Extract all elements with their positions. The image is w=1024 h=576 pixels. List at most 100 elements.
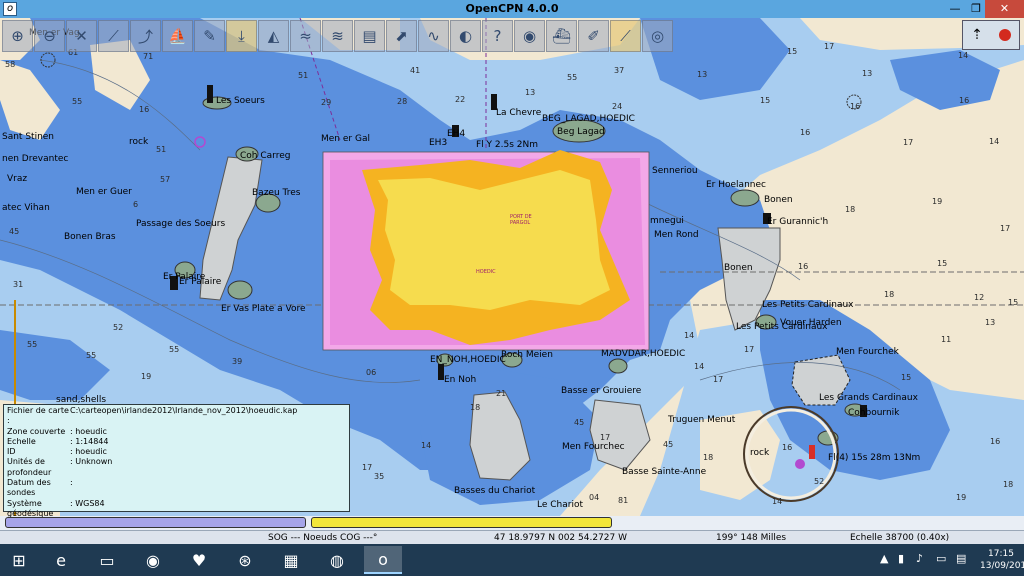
gps-status-icon [998,29,1011,41]
network-app-icon: ▦ [283,550,299,570]
depth-sounding: 55 [72,97,83,106]
layers-button[interactable]: ◭ [258,20,289,52]
depth-sounding: 51 [298,71,309,80]
tide-icon: ≈ [299,27,312,45]
chart-place-label: Bonen [724,263,753,273]
depth-sounding: 28 [397,97,408,106]
chart-place-label: Fl(4) 15s 28m 13Nm [828,453,921,463]
notification-icon[interactable]: ▤ [956,552,966,565]
depth-sounding: 13 [697,70,708,79]
depth-sounding: 13 [862,69,873,78]
lifebuoy-icon: ◎ [650,27,665,45]
globe-app-taskbar-button[interactable]: ⊛ [226,546,264,574]
chart-place-label: nen Drevantec [2,154,69,164]
draw-button[interactable]: ∿ [418,20,449,52]
volume-icon[interactable]: ♪ [916,552,923,565]
scale-readout: Echelle 38700 (0.40x) [850,533,950,543]
measure-button[interactable]: ⟋ [610,20,641,52]
sog-cog-readout: SOG --- Noeuds COG ---° [268,533,378,543]
chart-bar-raster[interactable] [311,517,612,528]
depth-sounding: 22 [455,95,466,104]
internet-explorer-taskbar-button[interactable]: e [42,546,80,574]
scale-out-button[interactable]: ⟋ [98,20,129,52]
tide-button[interactable]: ≈ [290,20,321,52]
depth-sounding: 6 [133,200,139,209]
chart-place-label: Bazeu Tres [252,188,301,198]
chart-place-label: Men er Gal [321,134,370,144]
depth-sounding: 13 [985,318,996,327]
auto-follow-button[interactable]: ⛵ [162,20,193,52]
color-scheme-button[interactable]: ◐ [450,20,481,52]
chrome-taskbar-button[interactable]: ◍ [318,546,356,574]
help-icon: ? [493,27,502,45]
chart-place-label: Basses du Chariot [454,486,536,496]
chart-place-label: En Noh [444,375,477,385]
tray-chevron-icon[interactable]: ▲ [880,552,888,565]
depth-sounding: 14 [989,137,1000,146]
help-button[interactable]: ? [482,20,513,52]
chart-place-label: Beg Lagad [557,127,605,137]
lifebuoy-button[interactable]: ◎ [642,20,673,52]
chart-bar-small-scale[interactable] [5,517,306,528]
depth-sounding: 04 [589,493,600,502]
route-icon: ⤴ [137,27,153,46]
network-app-taskbar-button[interactable]: ▦ [272,546,310,574]
opencpn-window: o OpenCPN 4.0.0 — ❐ ✕ PORT DE PARGOL HOE… [0,0,1024,576]
ais-button[interactable]: ◉ [514,20,545,52]
status-bar: SOG --- Noeuds COG ---° 47 18.9797 N 002… [0,530,1024,544]
media-player-taskbar-button[interactable]: ◉ [134,546,172,574]
settings-button[interactable]: ✎ [194,20,225,52]
chrome-icon: ◍ [330,550,344,570]
window-title: OpenCPN 4.0.0 [465,2,559,15]
current-button[interactable]: ≋ [322,20,353,52]
route-button[interactable]: ⤴ [130,20,161,52]
depth-sounding: 55 [86,351,97,360]
depth-sounding: 24 [612,102,623,111]
depth-sounding: 06 [366,368,377,377]
depth-sounding: 16 [139,105,150,114]
chart-place-label: Er Vas Plate a Vore [221,304,306,314]
heart-app-taskbar-button[interactable]: ♥ [180,546,218,574]
chart-place-label: Er Gurannic'h [767,217,829,227]
depth-sounding: 13 [525,88,536,97]
zoom-out-icon: ⊖ [43,27,56,45]
network-icon[interactable]: ▮ [898,552,904,565]
chart-place-label: Truguen Menut [668,415,736,425]
main-toolbar: ⊕ ⊖ ✕ ⟋ ⤴ ⛵ ✎ ⤓ ◭ ≈ ≋ ▤ ⬈ ∿ ◐? ◉ ⛴ ✐ ⟋ ◎ [2,20,673,54]
keyboard-icon[interactable]: ▭ [936,552,946,565]
layers-icon: ◭ [267,27,280,45]
globe-app-icon: ⊛ [238,550,252,570]
print-button[interactable]: ▤ [354,20,385,52]
graph-button[interactable]: ⬈ [386,20,417,52]
print-icon: ▤ [362,27,377,45]
chart-place-label: EN_NOH,HOEDIC [430,355,506,365]
chart-place-label: Men er Guer [76,187,132,197]
north-arrow-icon: ⇡ [971,27,983,43]
system-clock[interactable]: 17:15 13/09/2015 [980,548,1024,572]
scale-in-button[interactable]: ✕ [66,20,97,52]
depth-sounding: 16 [800,128,811,137]
depth-sounding: 52 [113,323,124,332]
depth-sounding: 14 [958,51,969,60]
info-key: Datum des sondes [7,478,51,498]
zoom-out-button[interactable]: ⊖ [34,20,65,52]
opencpn-taskbar-button[interactable]: o [364,546,402,574]
info-value: : 1:14844 [70,436,109,446]
info-key: Echelle [7,436,36,446]
track-button[interactable]: ⤓ [226,20,257,52]
depth-sounding: 52 [814,477,825,486]
depth-sounding: 58 [5,60,16,69]
zoom-in-button[interactable]: ⊕ [2,20,33,52]
file-explorer-taskbar-button[interactable]: ▭ [88,546,126,574]
boat-button[interactable]: ⛴ [546,20,577,52]
info-value: C:\carteopen\irlande2012\Irlande_nov_201… [70,406,298,415]
compass-widget[interactable]: ⇡ [962,20,1020,50]
chart-place-label: Senneriou [652,166,698,176]
depth-sounding: 15 [787,47,798,56]
start-button[interactable]: ⊞ [0,546,38,574]
chart-place-label: Les Soeurs [216,96,265,106]
info-value: : hoeudic [70,426,107,436]
mark-button[interactable]: ✐ [578,20,609,52]
info-value: : hoeudic [70,447,107,457]
close-button[interactable]: ✕ [985,0,1024,18]
